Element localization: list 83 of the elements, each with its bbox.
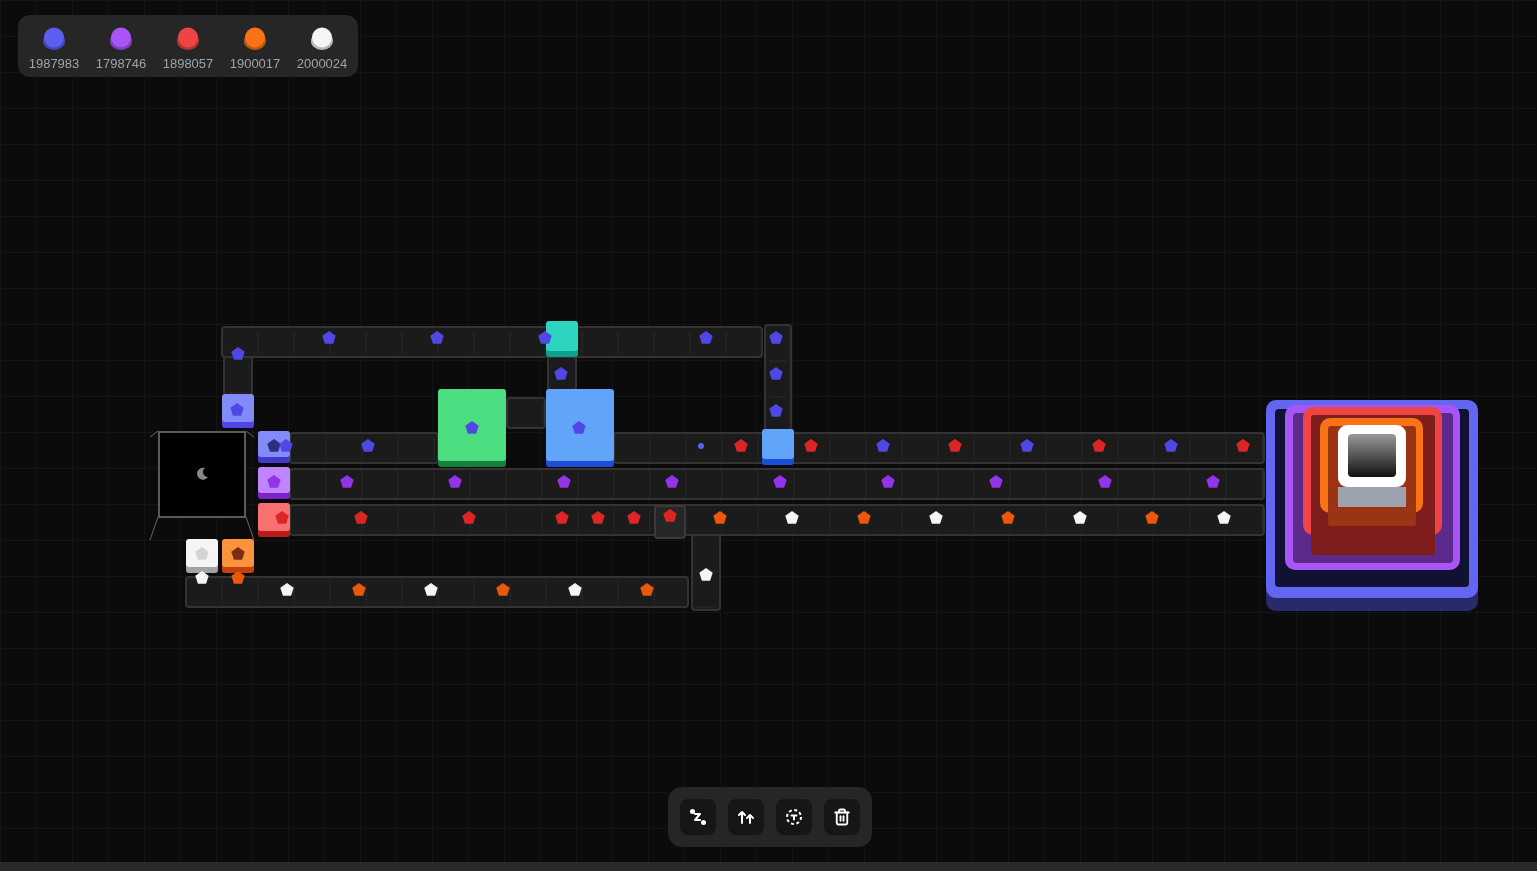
raise-button[interactable]	[728, 799, 764, 835]
pentagon-item	[231, 571, 245, 584]
pentagon-item	[230, 403, 244, 416]
pentagon-item	[267, 475, 281, 488]
pentagon-item	[699, 331, 713, 344]
pentagon-item	[231, 347, 245, 360]
pentagon-item	[769, 331, 783, 344]
resource-token-icon	[42, 27, 66, 51]
pentagon-item	[361, 439, 375, 452]
pentagon-item	[769, 404, 783, 417]
pentagon-item	[465, 421, 479, 434]
delete-icon	[833, 808, 851, 826]
pentagon-item	[354, 511, 368, 524]
pentagon-item	[322, 331, 336, 344]
pentagon-icon	[195, 547, 209, 560]
resource-token-icon	[109, 27, 133, 51]
resource-token-icon	[176, 27, 200, 51]
pentagon-item	[734, 439, 748, 452]
splitter-machine	[762, 429, 794, 465]
resource-count: 2000024	[296, 56, 348, 71]
pentagon-item	[1164, 439, 1178, 452]
pentagon-item	[1092, 439, 1106, 452]
pentagon-item	[699, 568, 713, 581]
pentagon-item	[340, 475, 354, 488]
pentagon-item	[857, 511, 871, 524]
moon-icon	[197, 467, 208, 480]
resource-count: 1900017	[229, 56, 281, 71]
pentagon-item	[1073, 511, 1087, 524]
pentagon-item	[804, 439, 818, 452]
resource-count: 1987983	[28, 56, 80, 71]
pentagon-item	[275, 511, 289, 524]
pentagon-item	[1001, 511, 1015, 524]
pentagon-item	[430, 331, 444, 344]
pentagon-item	[665, 475, 679, 488]
pentagon-item	[572, 421, 586, 434]
pentagon-item	[989, 475, 1003, 488]
pentagon-item	[424, 583, 438, 596]
pentagon-item	[195, 571, 209, 584]
pentagon-item	[876, 439, 890, 452]
pentagon-item	[881, 475, 895, 488]
pentagon-item	[352, 583, 366, 596]
pentagon-item	[555, 511, 569, 524]
connect-icon	[689, 808, 707, 826]
conveyor-belt	[506, 397, 546, 429]
splitter-machine	[546, 321, 578, 357]
pentagon-item	[568, 583, 582, 596]
pentagon-item	[280, 583, 294, 596]
resource-count: 1798746	[95, 56, 147, 71]
pentagon-item	[1020, 439, 1034, 452]
pentagon-item	[948, 439, 962, 452]
pentagon-item	[627, 511, 641, 524]
pentagon-item	[554, 367, 568, 380]
pentagon-item	[538, 331, 552, 344]
pentagon-item	[773, 475, 787, 488]
pentagon-item	[448, 475, 462, 488]
resource-token-icon	[243, 27, 267, 51]
pentagon-item	[462, 511, 476, 524]
resource-token-icon	[310, 27, 334, 51]
arrows-up-icon	[737, 808, 755, 826]
pentagon-item	[769, 367, 783, 380]
item-dot	[698, 443, 704, 449]
pentagon-item	[1145, 511, 1159, 524]
pentagon-item	[929, 511, 943, 524]
pentagon-item	[279, 439, 293, 452]
pentagon-item	[640, 583, 654, 596]
dashed-selection-icon	[785, 808, 803, 826]
pentagon-icon	[267, 439, 281, 452]
pentagon-item	[713, 511, 727, 524]
pentagon-item	[1236, 439, 1250, 452]
pentagon-item	[1206, 475, 1220, 488]
scrollbar[interactable]	[0, 862, 1537, 871]
pentagon-item	[1098, 475, 1112, 488]
pentagon-item	[496, 583, 510, 596]
pentagon-item	[557, 475, 571, 488]
pentagon-item	[1217, 511, 1231, 524]
pentagon-item	[591, 511, 605, 524]
pentagon-item	[785, 511, 799, 524]
delete-button[interactable]	[824, 799, 860, 835]
connect-button[interactable]	[680, 799, 716, 835]
pentagon-icon	[231, 547, 245, 560]
pentagon-item	[663, 509, 677, 522]
resource-count: 1898057	[162, 56, 214, 71]
select-button[interactable]	[776, 799, 812, 835]
